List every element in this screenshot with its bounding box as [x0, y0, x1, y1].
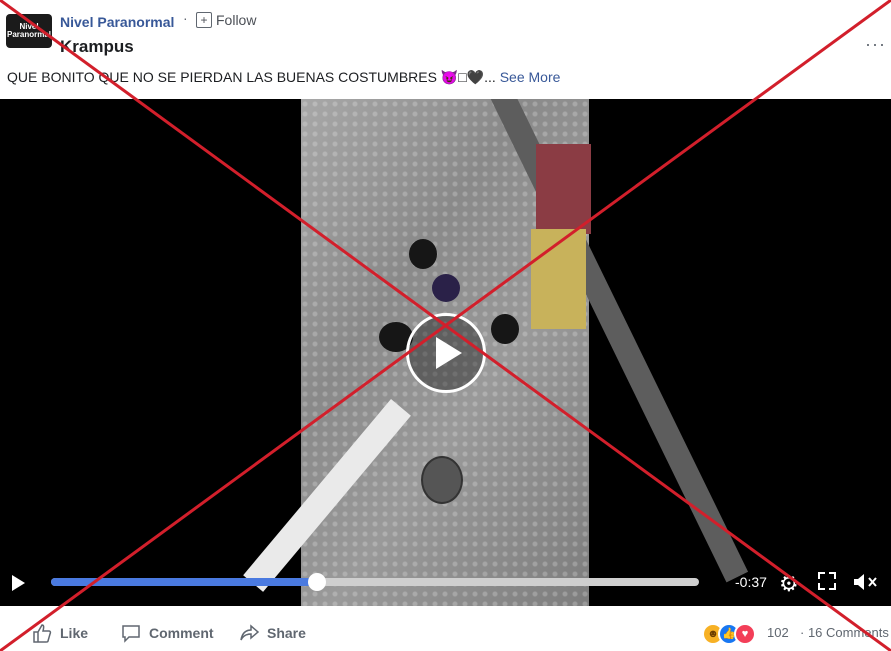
love-reaction-icon: ♥: [734, 623, 756, 645]
more-options-icon[interactable]: ···: [865, 34, 886, 55]
progress-handle[interactable]: [307, 573, 326, 591]
progress-fill: [51, 578, 317, 586]
settings-gear-icon[interactable]: ⚙: [779, 571, 799, 597]
separator-dot: ·: [183, 10, 188, 26]
fullscreen-icon[interactable]: [818, 572, 836, 590]
share-icon: [240, 624, 259, 641]
mute-icon[interactable]: [853, 572, 879, 592]
video-player[interactable]: -0:37 ⚙: [0, 99, 891, 606]
avatar-logo-text: Nivel Paranormal: [6, 22, 52, 39]
comment-label: Comment: [149, 625, 214, 641]
post-header: Nivel Paranormal Nivel Paranormal · + Fo…: [0, 0, 891, 99]
person-figure: [409, 239, 437, 269]
share-button[interactable]: Share: [239, 623, 306, 643]
follow-icon: +: [196, 12, 212, 28]
follow-button[interactable]: + Follow: [196, 12, 256, 28]
person-figure: [491, 314, 519, 344]
post-title: Krampus: [60, 37, 134, 56]
post-footer: Like Comment Share ☻ 👍 ♥ 102 · 16 Commen…: [0, 606, 891, 651]
manhole-cover: [421, 456, 463, 504]
comment-icon: [122, 625, 140, 643]
follow-label: Follow: [216, 12, 257, 28]
play-button[interactable]: [406, 313, 486, 393]
share-label: Share: [267, 625, 306, 641]
shop-awning: [536, 144, 591, 234]
page-avatar[interactable]: Nivel Paranormal: [6, 14, 52, 48]
like-icon: [33, 624, 52, 643]
comments-count-link[interactable]: · 16 Comments: [800, 625, 889, 640]
reaction-count[interactable]: 102: [767, 625, 789, 640]
comment-button[interactable]: Comment: [121, 623, 214, 643]
street-curb: [481, 99, 749, 583]
reactions-summary[interactable]: ☻ 👍 ♥: [702, 623, 756, 645]
time-remaining: -0:37: [735, 574, 767, 590]
progress-bar[interactable]: [51, 573, 699, 591]
market-cart: [531, 229, 586, 329]
person-figure: [432, 274, 460, 302]
page-name-link[interactable]: Nivel Paranormal: [60, 14, 174, 30]
caption-text: QUE BONITO QUE NO SE PIERDAN LAS BUENAS …: [7, 69, 496, 85]
play-icon: [436, 337, 462, 369]
like-button[interactable]: Like: [32, 623, 88, 643]
see-more-link[interactable]: See More: [500, 69, 561, 85]
post-caption: QUE BONITO QUE NO SE PIERDAN LAS BUENAS …: [7, 69, 560, 86]
video-controls: -0:37 ⚙: [0, 561, 891, 606]
like-label: Like: [60, 625, 89, 641]
play-icon[interactable]: [10, 574, 26, 592]
